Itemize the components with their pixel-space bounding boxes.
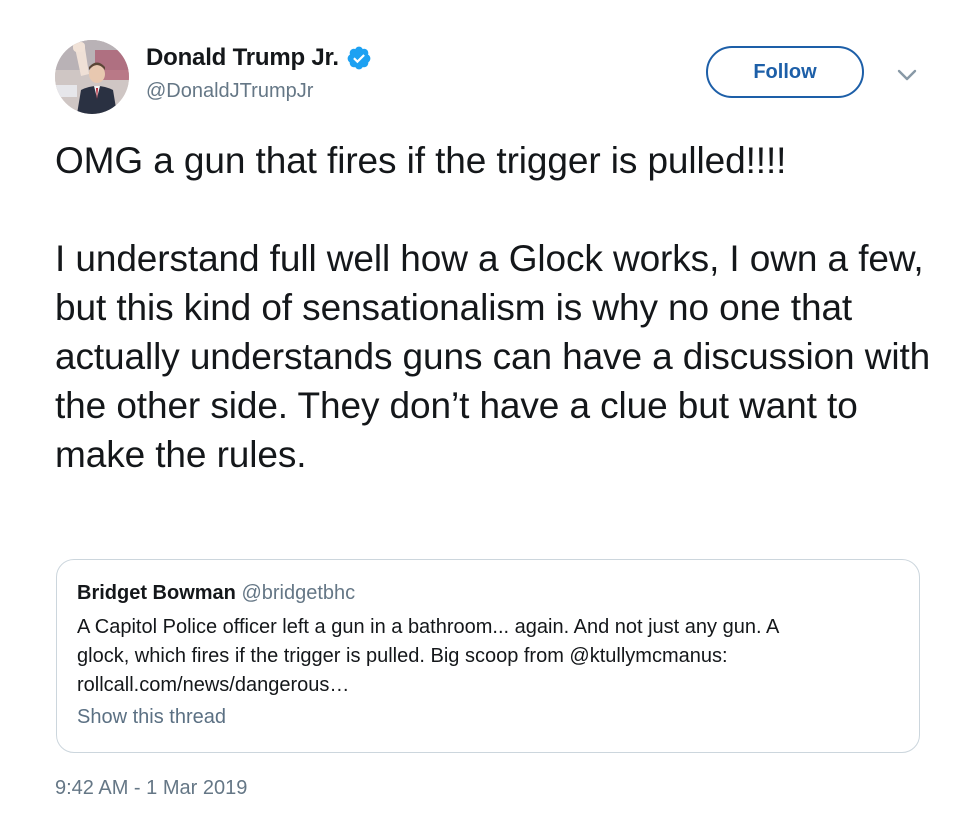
quoted-tweet-line: glock, which fires if the trigger is pul… [77,645,728,667]
quoted-author-handle: @bridgetbhc [241,582,356,604]
quoted-tweet-text: A Capitol Police officer left a gun in a… [77,613,897,700]
tweet-timestamp[interactable]: 9:42 AM - 1 Mar 2019 [55,777,247,800]
tweet-text: OMG a gun that fires if the trigger is p… [55,136,935,479]
quoted-tweet-card[interactable]: Bridget Bowman @bridgetbhc A Capitol Pol… [56,559,920,753]
quoted-tweet-header: Bridget Bowman @bridgetbhc [77,582,355,605]
tweet-paragraph: OMG a gun that fires if the trigger is p… [55,140,787,181]
quoted-tweet-line: rollcall.com/news/dangerous… [77,674,350,696]
follow-button[interactable]: Follow [706,46,864,98]
tweet-paragraph: I understand full well how a Glock works… [55,238,931,475]
show-thread-link[interactable]: Show this thread [77,706,226,729]
author-handle[interactable]: @DonaldJTrumpJr [146,80,313,103]
avatar[interactable] [55,40,129,114]
quoted-tweet-line: A Capitol Police officer left a gun in a… [77,616,780,638]
tweet-card: Donald Trump Jr. @DonaldJTrumpJr Follow … [0,0,980,821]
avatar-image [55,40,129,114]
quoted-author-name: Bridget Bowman [77,582,236,604]
verified-badge-icon [346,45,372,71]
author-display-name[interactable]: Donald Trump Jr. [146,44,339,72]
author-name-row[interactable]: Donald Trump Jr. [146,44,372,72]
chevron-down-icon[interactable] [896,66,918,84]
